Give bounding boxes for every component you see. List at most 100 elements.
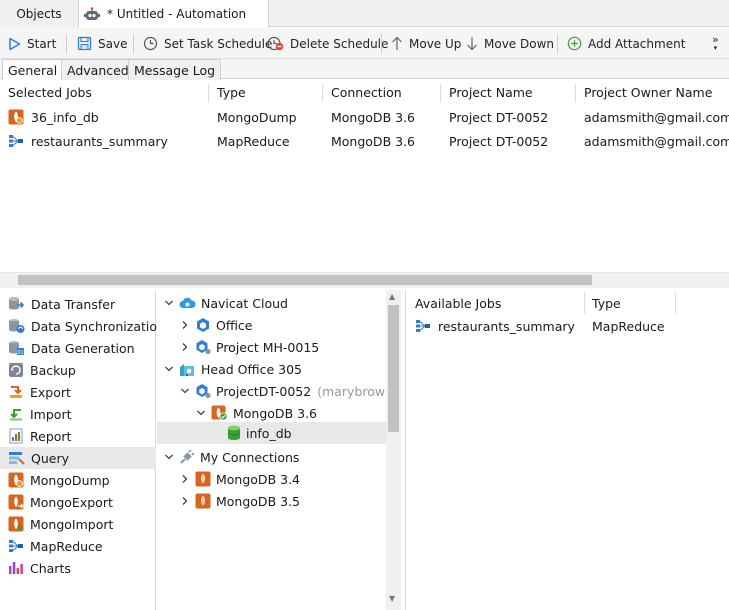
report-icon <box>9 428 23 444</box>
scroll-down-arrow-icon[interactable]: ▼ <box>389 594 395 603</box>
toolbar: Start Save Set Task Schedule Delete Sche… <box>0 28 729 59</box>
tree-node-project-mh-0015[interactable]: Project MH-0015 <box>179 336 319 358</box>
set-task-schedule-button[interactable]: Set Task Schedule <box>143 28 272 59</box>
list-item-label: Report <box>30 428 72 444</box>
list-item-export[interactable]: Export <box>0 381 156 403</box>
chevron-down-icon[interactable] <box>163 451 175 463</box>
column-header-type[interactable]: Type <box>592 290 621 316</box>
automation-tab[interactable]: * Untitled - Automation <box>79 0 269 28</box>
table-row[interactable]: 36_info_db MongoDump MongoDB 3.6 Project… <box>0 105 729 129</box>
scroll-up-arrow-icon[interactable]: ▲ <box>389 292 395 301</box>
list-item-query[interactable]: Query <box>0 447 156 469</box>
chevron-right-icon[interactable] <box>179 319 191 331</box>
tab-general[interactable]: General <box>2 59 64 80</box>
horizontal-scrollbar-thumb[interactable] <box>18 275 592 285</box>
list-item-label: Data Transfer <box>31 296 116 312</box>
job-name-cell: restaurants_summary <box>8 129 168 153</box>
column-divider[interactable] <box>584 292 585 314</box>
list-item-mongoimport[interactable]: MongoImport <box>0 513 156 535</box>
list-item-data-synchronization[interactable]: Data Synchronization <box>0 315 165 337</box>
mongodb-connected-icon <box>211 405 228 421</box>
column-header-selected-jobs[interactable]: Selected Jobs <box>8 80 92 104</box>
shared-project-icon <box>196 384 211 399</box>
job-name: restaurants_summary <box>31 133 168 149</box>
start-label: Start <box>27 36 57 51</box>
column-divider[interactable] <box>675 292 676 314</box>
column-header-label: Selected Jobs <box>8 84 92 100</box>
toolbar-separator <box>381 34 382 54</box>
move-up-button[interactable]: Move Up <box>391 28 461 59</box>
start-button[interactable]: Start <box>8 28 56 59</box>
tree-node-info-db[interactable]: info_db <box>157 422 386 444</box>
list-item-label: MongoDump <box>30 472 110 488</box>
delete-schedule-label: Delete Schedule <box>290 36 389 51</box>
job-owner: adamsmith@gmail.com <box>584 109 729 125</box>
tree-node-mongodb-3-5[interactable]: MongoDB 3.5 <box>179 490 300 512</box>
column-header-connection[interactable]: Connection <box>331 80 402 104</box>
tree-node-label: info_db <box>246 425 292 441</box>
objects-tab[interactable]: Objects <box>0 0 79 28</box>
database-icon <box>227 425 241 440</box>
delete-schedule-button[interactable]: Delete Schedule <box>267 28 388 59</box>
column-header-available-jobs[interactable]: Available Jobs <box>415 290 501 316</box>
tab-advanced[interactable]: Advanced <box>61 59 135 80</box>
column-divider[interactable] <box>208 84 209 102</box>
chevron-down-icon[interactable] <box>163 297 175 309</box>
toolbar-overflow-button[interactable]: » ▾ <box>712 28 719 59</box>
tree-node-mongodb-3-4[interactable]: MongoDB 3.4 <box>179 468 300 490</box>
column-divider[interactable] <box>440 84 441 102</box>
toolbar-separator <box>557 34 558 54</box>
tree-vertical-scrollbar-thumb[interactable] <box>388 305 399 432</box>
available-jobs-grid: Available Jobs Type restaurants_summary … <box>405 290 729 610</box>
list-item-import[interactable]: Import <box>0 403 156 425</box>
table-row[interactable]: restaurants_summary MapReduce MongoDB 3.… <box>0 129 729 153</box>
column-divider[interactable] <box>322 84 323 102</box>
table-row[interactable]: restaurants_summary MapReduce <box>406 314 729 338</box>
job-type: MapReduce <box>217 133 290 149</box>
tree-node-label: MongoDB 3.5 <box>216 493 300 509</box>
chevron-down-icon[interactable] <box>179 385 191 397</box>
list-item-mongoexport[interactable]: MongoExport <box>0 491 156 513</box>
selected-jobs-grid: Selected Jobs Type Connection Project Na… <box>0 80 729 272</box>
column-header-label: Type <box>592 295 621 311</box>
column-header-label: Type <box>217 84 246 100</box>
tree-node-navicat-cloud[interactable]: Navicat Cloud <box>163 292 288 314</box>
project-icon <box>197 318 209 332</box>
tab-message-log[interactable]: Message Log <box>128 59 222 80</box>
tree-node-my-connections[interactable]: My Connections <box>163 446 299 468</box>
tree-node-office[interactable]: Office <box>179 314 253 336</box>
chevron-right-icon[interactable] <box>179 495 191 507</box>
chevron-right-icon[interactable] <box>179 341 191 353</box>
tree-node-mongodb-3-6[interactable]: MongoDB 3.6 <box>195 402 317 424</box>
tree-node-head-office-305[interactable]: Head Office 305 <box>163 358 302 380</box>
list-item-mongodump[interactable]: MongoDump <box>0 469 156 491</box>
tree-node-project-dt-0052[interactable]: ProjectDT-0052 (marybrown@ <box>179 380 386 402</box>
list-item-charts[interactable]: Charts <box>0 557 156 579</box>
tree-node-label: MongoDB 3.6 <box>233 405 317 421</box>
list-item-backup[interactable]: Backup <box>0 359 156 381</box>
list-item-data-generation[interactable]: 01 Data Generation <box>0 337 156 359</box>
save-button[interactable]: Save <box>77 28 127 59</box>
mongodump-icon <box>8 109 24 125</box>
mapreduce-icon <box>416 320 430 332</box>
add-attachment-button[interactable]: Add Attachment <box>567 28 685 59</box>
column-header-type[interactable]: Type <box>217 80 246 104</box>
charts-icon <box>9 562 23 574</box>
backup-icon <box>9 363 23 377</box>
chevron-down-icon[interactable] <box>195 407 207 419</box>
column-header-project-name[interactable]: Project Name <box>449 80 533 104</box>
list-item-mapreduce[interactable]: MapReduce <box>0 535 156 557</box>
column-header-project-owner[interactable]: Project Owner Name <box>584 80 712 104</box>
mongoimport-icon <box>8 516 24 532</box>
data-transfer-icon <box>9 297 25 310</box>
mongodb-icon <box>195 471 211 487</box>
mongodump-icon <box>8 472 24 488</box>
move-down-button[interactable]: Move Down <box>466 28 554 59</box>
column-divider[interactable] <box>575 84 576 102</box>
automation-tab-label: * Untitled - Automation <box>107 7 247 21</box>
list-item-report[interactable]: Report <box>0 425 156 447</box>
add-attachment-label: Add Attachment <box>588 36 686 51</box>
chevron-right-icon[interactable] <box>179 473 191 485</box>
list-item-data-transfer[interactable]: Data Transfer <box>0 293 156 315</box>
chevron-down-icon[interactable] <box>163 363 175 375</box>
